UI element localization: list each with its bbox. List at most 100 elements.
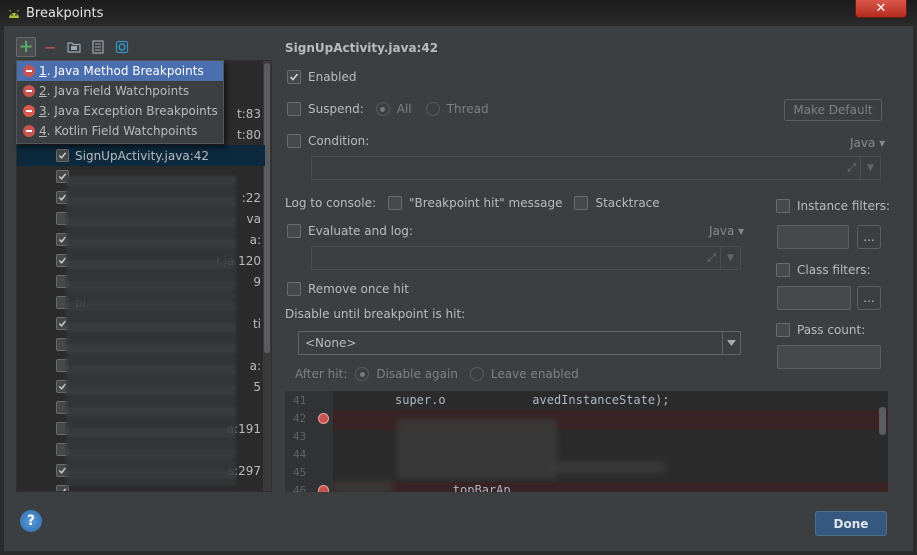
blurred-code xyxy=(397,419,557,479)
log-to-console-row: Log to console: "Breakpoint hit" message… xyxy=(285,196,660,210)
window-title: Breakpoints xyxy=(26,5,104,21)
stacktrace-checkbox[interactable] xyxy=(574,196,589,210)
breakpoint-checkbox[interactable] xyxy=(56,485,69,491)
remove-breakpoint-button[interactable]: — xyxy=(40,37,60,57)
evaluate-language-label: Java xyxy=(709,224,735,238)
evaluate-checkbox[interactable] xyxy=(287,224,301,238)
ellipsis-label: ... xyxy=(863,230,875,244)
tree-row[interactable]: SignUpActivity.java:42 xyxy=(17,145,265,166)
enabled-label: Enabled xyxy=(308,70,357,84)
breakpoints-toolbar: + — xyxy=(16,36,132,58)
breakpoint-type-icon xyxy=(23,125,35,137)
group-by-class-button[interactable] xyxy=(112,37,132,57)
menu-item-label: . Java Field Watchpoints xyxy=(46,84,190,98)
group-by-file-button[interactable] xyxy=(88,37,108,57)
class-filters-input[interactable] xyxy=(777,286,851,310)
tree-row-suffix: a: xyxy=(249,232,261,247)
help-button[interactable]: ? xyxy=(20,510,42,532)
breakpoint-hit-label: "Breakpoint hit" message xyxy=(409,196,563,210)
disable-again-label: Disable again xyxy=(376,367,458,381)
instance-filters-checkbox[interactable] xyxy=(776,199,790,213)
enabled-checkbox[interactable] xyxy=(287,70,301,84)
pass-count-row: Pass count: xyxy=(776,323,865,337)
editor-scrollbar-thumb[interactable] xyxy=(879,407,886,435)
code-line: topBarAp xyxy=(395,483,511,492)
minus-icon: — xyxy=(44,40,56,54)
log-to-console-label: Log to console: xyxy=(285,196,377,210)
breakpoints-dialog: + — t:83 t:80 SignUpActivity.java:42:22 va a… xyxy=(4,26,913,551)
add-breakpoint-menu: 1. Java Method Breakpoints 2. Java Field … xyxy=(16,60,224,144)
disable-until-select[interactable]: <None> xyxy=(298,331,741,355)
suspend-thread-label: Thread xyxy=(446,102,489,116)
breakpoint-icon[interactable] xyxy=(318,413,329,424)
menu-item[interactable]: 1. Java Method Breakpoints xyxy=(17,61,223,81)
suspend-checkbox[interactable] xyxy=(287,102,301,116)
after-hit-label: After hit: xyxy=(295,367,348,381)
pass-count-checkbox[interactable] xyxy=(776,323,790,337)
menu-item[interactable]: 3. Java Exception Breakpoints xyxy=(17,101,223,121)
remove-once-checkbox[interactable] xyxy=(287,282,301,296)
code-preview: 41 super.o avedInstanceState); 42 43 44 45 46 … xyxy=(285,391,888,492)
folder-icon xyxy=(67,42,81,53)
check-icon xyxy=(58,152,67,159)
tree-row-suffix: ti xyxy=(252,316,261,331)
instance-filters-input[interactable] xyxy=(777,225,849,249)
done-button[interactable]: Done xyxy=(815,511,887,536)
tree-row-suffix: a: xyxy=(249,358,261,373)
condition-checkbox[interactable] xyxy=(287,134,301,148)
group-by-package-button[interactable] xyxy=(64,37,84,57)
class-filters-browse-button[interactable]: ... xyxy=(857,286,881,310)
tree-row-suffix: va xyxy=(246,211,261,226)
add-breakpoint-button[interactable]: + xyxy=(16,37,36,57)
menu-item-mnemonic: 1 xyxy=(39,64,47,78)
expand-icon[interactable]: ⤢ xyxy=(847,161,856,175)
evaluate-input[interactable]: ⤢ ▼ xyxy=(311,246,741,270)
line-number: 46 xyxy=(293,484,307,492)
check-icon xyxy=(289,73,299,81)
condition-input[interactable]: ⤢ ▼ xyxy=(311,156,881,180)
pass-count-input[interactable] xyxy=(777,345,881,369)
menu-item[interactable]: 4. Kotlin Field Watchpoints xyxy=(17,121,223,141)
class-filters-checkbox[interactable] xyxy=(776,263,790,277)
remove-once-row: Remove once hit xyxy=(287,282,409,296)
menu-item-mnemonic: 4 xyxy=(39,124,47,138)
make-default-button[interactable]: Make Default xyxy=(784,99,882,121)
chevron-down-icon[interactable] xyxy=(722,332,740,354)
breakpoint-icon[interactable] xyxy=(318,485,329,492)
disable-again-radio[interactable] xyxy=(355,367,370,381)
breakpoint-checkbox[interactable] xyxy=(56,149,69,162)
close-icon: ✕ xyxy=(875,1,887,16)
breakpoint-type-icon xyxy=(23,65,35,77)
line-number: 44 xyxy=(293,448,307,461)
condition-label: Condition: xyxy=(308,134,370,148)
suspend-all-label: All xyxy=(396,102,412,116)
menu-item-label: . Kotlin Field Watchpoints xyxy=(46,124,198,138)
leave-enabled-radio[interactable] xyxy=(469,367,484,381)
menu-item-mnemonic: 3 xyxy=(39,104,47,118)
radio-dot xyxy=(359,371,365,377)
expand-icon[interactable]: ⤢ xyxy=(707,251,716,265)
breakpoint-hit-checkbox[interactable] xyxy=(388,196,403,210)
line-number: 42 xyxy=(293,412,307,425)
line-number: 43 xyxy=(293,430,307,443)
menu-item[interactable]: 2. Java Field Watchpoints xyxy=(17,81,223,101)
condition-language[interactable]: Java ▾ xyxy=(850,136,885,150)
after-hit-row: After hit: Disable again Leave enabled xyxy=(295,367,579,381)
suspend-all-radio[interactable] xyxy=(375,102,390,116)
condition-language-label: Java xyxy=(850,136,876,150)
instance-filters-browse-button[interactable]: ... xyxy=(857,225,881,249)
blurred-region xyxy=(66,176,236,486)
suspend-thread-radio[interactable] xyxy=(425,102,440,116)
history-dropdown-icon[interactable]: ▼ xyxy=(860,157,880,179)
suspend-label: Suspend: xyxy=(308,102,364,116)
tree-row-suffix: 9 xyxy=(253,274,261,289)
tree-row-label: SignUpActivity.java:42 xyxy=(75,148,210,163)
close-button[interactable]: ✕ xyxy=(855,0,907,18)
class-icon xyxy=(115,40,129,54)
blurred-code xyxy=(545,461,665,473)
line-number: 41 xyxy=(293,394,307,407)
plus-icon: + xyxy=(18,36,34,57)
evaluate-language[interactable]: Java ▾ xyxy=(709,224,744,238)
check-icon xyxy=(59,488,67,491)
history-dropdown-icon[interactable]: ▼ xyxy=(720,247,740,269)
